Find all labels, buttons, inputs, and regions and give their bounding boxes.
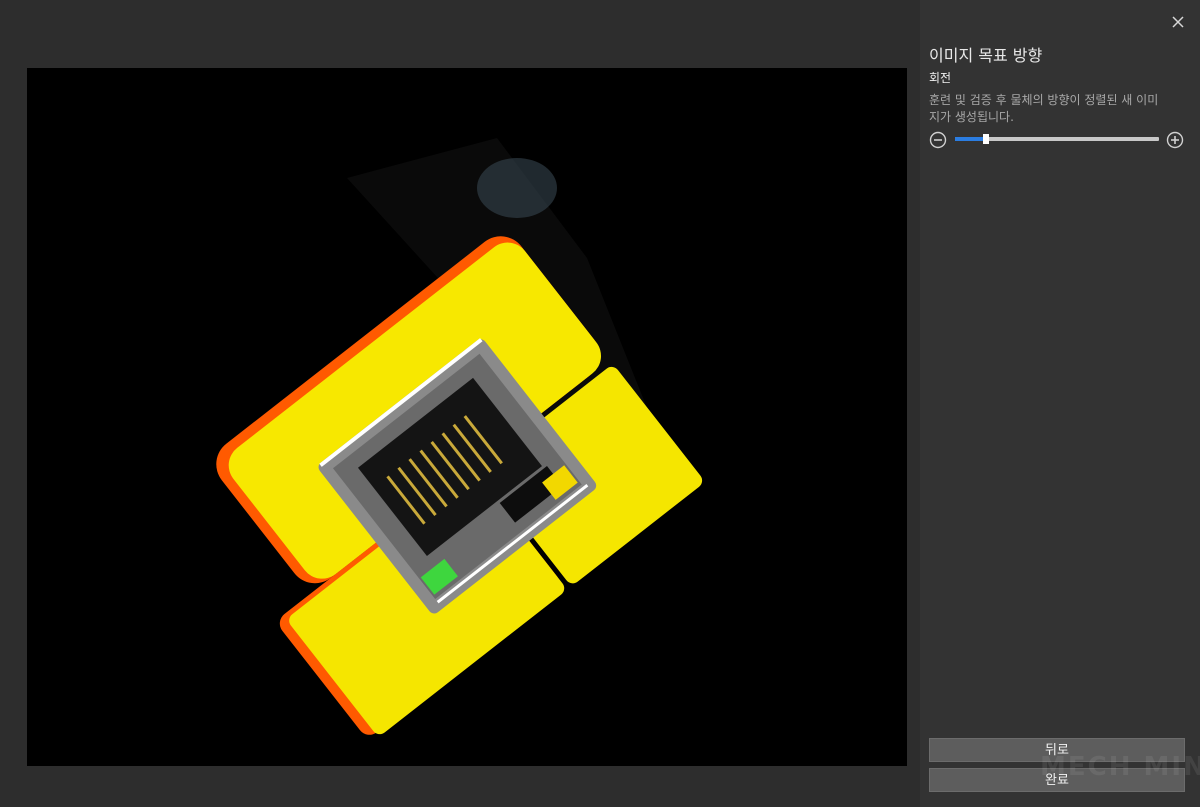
- zoom-in-icon[interactable]: [1166, 131, 1184, 149]
- zoom-out-icon[interactable]: [929, 131, 947, 149]
- back-button[interactable]: 뒤로: [929, 738, 1185, 762]
- image-canvas: [27, 68, 907, 766]
- dialog-title: 이미지 목표 방향: [929, 46, 1043, 65]
- rotation-label: 회전: [929, 71, 952, 85]
- rotation-description: 훈련 및 검증 후 물체의 방향이 정렬된 새 이미지가 생성됩니다.: [929, 93, 1159, 124]
- rotation-slider[interactable]: [955, 134, 1159, 144]
- preview-image: [216, 138, 703, 735]
- slider-fill: [955, 137, 986, 141]
- dialog: 이미지 목표 방향 회전 훈련 및 검증 후 물체의 방향이 정렬된 새 이미지…: [0, 0, 1200, 807]
- done-button[interactable]: 완료: [929, 768, 1185, 792]
- preview-area: [0, 0, 920, 807]
- slider-thumb[interactable]: [983, 134, 989, 144]
- close-icon[interactable]: [1168, 12, 1188, 32]
- rotation-control: [929, 130, 1185, 150]
